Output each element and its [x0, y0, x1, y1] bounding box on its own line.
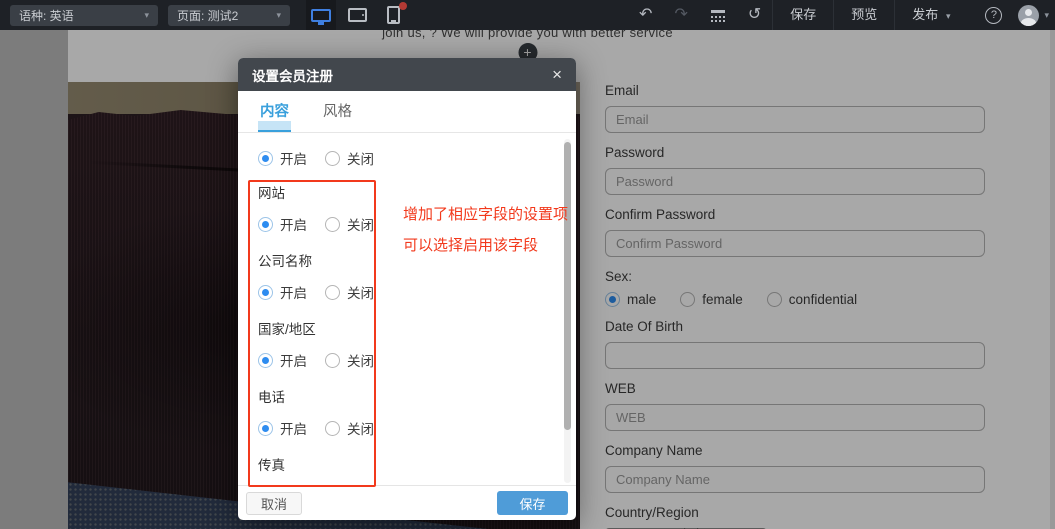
field-3-on-option[interactable]: 开启 [258, 418, 307, 438]
toolbar-right-group: ↶ ↷ ↺ 保存 预览 发布 ▾ ? ▾ [628, 0, 1055, 30]
chevron-down-icon: ▾ [946, 11, 951, 21]
help-icon[interactable]: ? [985, 7, 1002, 24]
modal-field-groups: 网站开启关闭公司名称开启关闭国家/地区开启关闭电话开启关闭传真开启关闭 [258, 182, 556, 485]
radio-label: 开启 [280, 350, 307, 370]
chevron-down-icon: ▾ [276, 10, 281, 21]
mobile-view-button[interactable] [378, 0, 408, 30]
page-dropdown-label: 页面: 测试2 [177, 7, 238, 24]
radio-icon [258, 353, 273, 368]
modal-tabs: 内容 风格 [238, 91, 576, 133]
radio-label: 开启 [280, 148, 307, 168]
tab-style[interactable]: 风格 [321, 100, 354, 132]
radio-icon [258, 421, 273, 436]
history-icon[interactable]: ↺ [737, 0, 772, 30]
cancel-button[interactable]: 取消 [246, 492, 302, 515]
field-1-on-option[interactable]: 开启 [258, 282, 307, 302]
grid-icon [711, 16, 713, 18]
tablet-view-button[interactable] [342, 0, 372, 30]
radio-label: 开启 [280, 282, 307, 302]
tablet-icon [348, 8, 367, 22]
modal-footer: 取消 保存 [238, 485, 576, 520]
redo-icon[interactable]: ↷ [663, 0, 698, 30]
annotation-line-2: 可以选择启用该字段 [403, 234, 538, 255]
radio-label: 开启 [280, 418, 307, 438]
radio-label: 开启 [280, 214, 307, 234]
field-1-radio-row: 开启 关闭 [258, 282, 556, 302]
top-field-on-option[interactable]: 开启 [258, 148, 307, 168]
chevron-down-icon[interactable]: ▾ [1044, 10, 1049, 21]
modal-field-label: 电话 [258, 386, 556, 406]
modal-content: 开启关闭 网站开启关闭公司名称开启关闭国家/地区开启关闭电话开启关闭传真开启关闭 [238, 133, 576, 485]
field-0-on-option[interactable]: 开启 [258, 214, 307, 234]
language-dropdown[interactable]: 语种: 英语 ▾ [10, 5, 158, 26]
phone-icon [387, 6, 400, 24]
close-icon[interactable]: × [552, 66, 562, 83]
radio-icon [325, 285, 340, 300]
top-field-radio-group: 开启 关闭 [258, 148, 556, 168]
language-dropdown-label: 语种: 英语 [19, 7, 74, 24]
preview-button[interactable]: 预览 [833, 0, 894, 30]
publish-button[interactable]: 发布 ▾ [894, 0, 967, 30]
modal-scrollbar-track [564, 139, 571, 483]
modal-save-button[interactable]: 保存 [497, 491, 568, 515]
radio-label: 关闭 [347, 282, 374, 302]
radio-label: 关闭 [347, 350, 374, 370]
page-dropdown[interactable]: 页面: 测试2 ▾ [168, 5, 290, 26]
modal-field-group: 传真开启关闭 [258, 454, 556, 485]
modal-header: 设置会员注册 × [238, 58, 576, 91]
field-2-on-option[interactable]: 开启 [258, 350, 307, 370]
field-1-off-option[interactable]: 关闭 [325, 282, 374, 302]
field-2-radio-row: 开启 关闭 [258, 350, 556, 370]
radio-icon [325, 421, 340, 436]
modal-field-label: 传真 [258, 454, 556, 474]
radio-icon [325, 217, 340, 232]
radio-label: 关闭 [347, 418, 374, 438]
user-avatar[interactable] [1018, 5, 1039, 26]
chevron-down-icon: ▾ [144, 10, 149, 21]
notification-dot [399, 2, 407, 10]
radio-icon [258, 217, 273, 232]
modal-field-group: 公司名称开启关闭 [258, 250, 556, 302]
field-3-off-option[interactable]: 关闭 [325, 418, 374, 438]
member-registration-settings-modal: 设置会员注册 × 内容 风格 开启关闭 网站开启关闭公司名称开启关闭国家/地区开… [238, 58, 576, 520]
modal-scrollbar-thumb[interactable] [564, 142, 571, 430]
radio-icon [258, 285, 273, 300]
grid-layout-button[interactable] [699, 0, 737, 30]
modal-title: 设置会员注册 [252, 65, 333, 85]
publish-label: 发布 [912, 7, 938, 22]
field-3-radio-row: 开启 关闭 [258, 418, 556, 438]
modal-field-group: 电话开启 关闭 [258, 386, 556, 438]
modal-field-label: 国家/地区 [258, 318, 556, 338]
save-button[interactable]: 保存 [772, 0, 833, 30]
monitor-icon [311, 9, 331, 22]
top-field-off-option[interactable]: 关闭 [325, 148, 374, 168]
device-preview-switcher [306, 0, 408, 30]
field-2-off-option[interactable]: 关闭 [325, 350, 374, 370]
radio-label: 关闭 [347, 214, 374, 234]
desktop-view-button[interactable] [306, 0, 336, 30]
modal-field-label: 网站 [258, 182, 556, 202]
field-0-off-option[interactable]: 关闭 [325, 214, 374, 234]
modal-field-group: 国家/地区开启 关闭 [258, 318, 556, 370]
app-root: join us, ? We will provide you with bett… [0, 0, 1055, 529]
radio-icon [325, 151, 340, 166]
annotation-line-1: 增加了相应字段的设置项 [403, 203, 568, 224]
top-field-radio-row: 开启 关闭 [258, 148, 556, 168]
editor-toolbar: 语种: 英语 ▾ 页面: 测试2 ▾ ↶ ↷ ↺ [0, 0, 1055, 30]
radio-label: 关闭 [347, 148, 374, 168]
radio-icon [325, 353, 340, 368]
tab-content[interactable]: 内容 [258, 100, 291, 132]
undo-icon[interactable]: ↶ [628, 0, 663, 30]
radio-icon [258, 151, 273, 166]
